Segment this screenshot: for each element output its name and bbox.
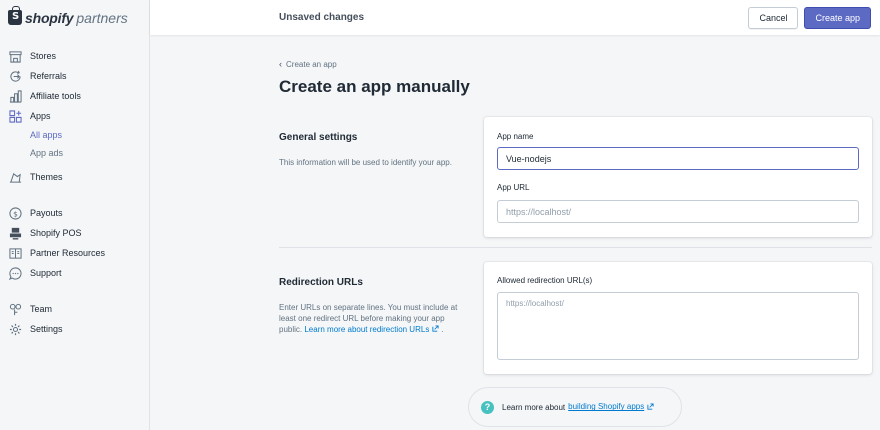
brand-logo[interactable]: shopify partners (0, 0, 150, 35)
themes-icon (8, 170, 22, 184)
sidebar-item-label: Affiliate tools (30, 91, 81, 101)
sidebar-item-apps[interactable]: Apps (8, 109, 51, 123)
sidebar-item-label: Referrals (30, 71, 67, 81)
help-icon: ? (481, 400, 494, 414)
shopify-bag-icon (8, 6, 22, 25)
footer-help-text: Learn more about (502, 402, 566, 412)
gear-icon (8, 322, 22, 336)
referral-icon (8, 69, 22, 83)
store-icon (8, 49, 22, 63)
redirection-link-text: Learn more about redirection URLs (304, 325, 430, 334)
breadcrumb[interactable]: ‹ Create an app (279, 59, 337, 69)
app-name-input[interactable] (497, 147, 859, 170)
chevron-left-icon: ‹ (279, 59, 282, 69)
unsaved-changes-label: Unsaved changes (279, 12, 365, 23)
top-bar: shopify partners Unsaved changes Cancel … (0, 0, 880, 35)
sidebar-item-team[interactable]: Team (8, 302, 52, 316)
sidebar-item-label: Shopify POS (30, 228, 82, 238)
redirection-urls-textarea[interactable] (497, 292, 859, 360)
footer-link-text: building Shopify apps (568, 402, 645, 412)
sidebar-item-label: Team (30, 304, 53, 314)
brand-name: shopify (25, 9, 74, 26)
general-settings-title: General settings (279, 132, 358, 143)
external-link-icon (432, 324, 439, 335)
redirection-urls-description: Enter URLs on separate lines. You must i… (279, 303, 458, 334)
chart-icon (8, 89, 22, 103)
section-divider (279, 247, 872, 248)
redirection-urls-card: Allowed redirection URL(s) (484, 262, 872, 374)
contextual-save-bar: Unsaved changes Cancel Create app (150, 0, 880, 35)
svg-text:$: $ (13, 209, 18, 218)
sidebar-item-stores[interactable]: Stores (8, 49, 56, 63)
main-content: ‹ Create an app Create an app manually G… (150, 35, 880, 430)
sidebar-item-shopify-pos[interactable]: Shopify POS (8, 226, 82, 240)
general-settings-description: This information will be used to identif… (279, 158, 452, 167)
redirection-learn-more-link[interactable]: Learn more about redirection URLs (304, 325, 439, 334)
footer-help: ? Learn more about building Shopify apps (468, 387, 682, 427)
allowed-redirection-label: Allowed redirection URL(s) (497, 276, 593, 285)
sidebar-item-partner-resources[interactable]: Partner Resources (8, 246, 105, 260)
team-icon (8, 302, 22, 316)
sidebar-subitem-all-apps[interactable]: All apps (30, 130, 62, 140)
sidebar-item-label: Apps (30, 111, 51, 121)
redirection-urls-title: Redirection URLs (279, 277, 363, 288)
brand-sub: partners (76, 9, 128, 26)
breadcrumb-label: Create an app (286, 59, 337, 69)
chat-icon (8, 266, 22, 280)
sidebar-item-affiliate-tools[interactable]: Affiliate tools (8, 89, 81, 103)
sidebar-item-settings[interactable]: Settings (8, 322, 63, 336)
sidebar-item-themes[interactable]: Themes (8, 170, 63, 184)
sidebar-item-label: Partner Resources (30, 248, 106, 258)
sidebar-item-payouts[interactable]: $ Payouts (8, 206, 63, 220)
sidebar-item-label: Settings (30, 324, 63, 334)
page-title: Create an app manually (279, 77, 470, 96)
building-apps-link[interactable]: building Shopify apps (568, 402, 654, 411)
book-icon (8, 246, 22, 260)
app-name-label: App name (497, 132, 534, 141)
sidebar-item-label: Support (30, 268, 62, 278)
sidebar: Stores Referrals Affiliate tools Apps Al… (0, 35, 150, 430)
app-url-label: App URL (497, 183, 530, 192)
sidebar-item-support[interactable]: Support (8, 266, 62, 280)
sidebar-item-label: Themes (30, 172, 63, 182)
apps-icon (8, 109, 22, 123)
cancel-button[interactable]: Cancel (748, 6, 799, 29)
create-app-button[interactable]: Create app (804, 6, 871, 29)
sidebar-subitem-app-ads[interactable]: App ads (30, 148, 63, 158)
sidebar-item-label: Stores (30, 51, 57, 61)
external-link-icon (647, 403, 654, 412)
sidebar-item-label: Payouts (30, 208, 63, 218)
sidebar-item-referrals[interactable]: Referrals (8, 69, 67, 83)
dollar-icon: $ (8, 206, 22, 220)
general-settings-card: App name App URL (484, 117, 872, 237)
app-url-input[interactable] (497, 200, 859, 223)
pos-icon (8, 226, 22, 240)
